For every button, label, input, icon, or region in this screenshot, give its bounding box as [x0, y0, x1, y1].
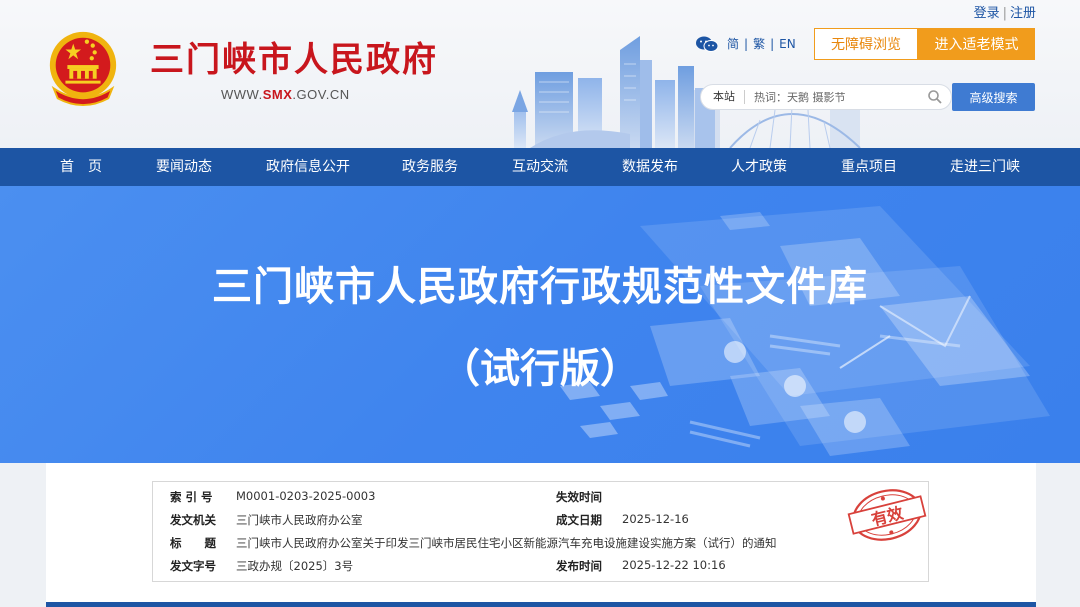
index-number-label: 索 引 号	[170, 490, 213, 504]
wechat-icon[interactable]	[696, 36, 718, 52]
main-navigation: 首 页 要闻动态 政府信息公开 政务服务 互动交流 数据发布 人才政策 重点项目…	[0, 148, 1080, 186]
issuing-authority-label: 发文机关	[170, 513, 216, 527]
lang-simplified-link[interactable]: 简	[727, 35, 739, 52]
login-register-bar: 登录 | 注册	[973, 6, 1036, 21]
hero-banner: 三门峡市人民政府行政规范性文件库 （试行版）	[0, 186, 1080, 463]
site-url: WWW.SMX.GOV.CN	[221, 87, 350, 102]
document-number-label: 发文字号	[170, 559, 216, 573]
advanced-search-button[interactable]: 高级搜索	[952, 83, 1035, 111]
nav-item-home[interactable]: 首 页	[60, 148, 102, 186]
nav-item-projects[interactable]: 重点项目	[841, 148, 897, 186]
nav-item-interaction[interactable]: 互动交流	[512, 148, 568, 186]
publish-time-label: 发布时间	[556, 559, 602, 573]
language-switcher: 简 | 繁 | EN	[696, 35, 796, 52]
nav-item-about[interactable]: 走进三门峡	[950, 148, 1020, 186]
login-link[interactable]: 登录	[974, 6, 1000, 21]
document-title-label: 标 题	[170, 536, 216, 550]
nav-item-news[interactable]: 要闻动态	[156, 148, 212, 186]
issuing-authority-value: 三门峡市人民政府办公室	[236, 513, 363, 527]
expiry-time-label: 失效时间	[556, 490, 602, 504]
search-scope-selector[interactable]: 本站	[701, 90, 745, 104]
written-date-value: 2025-12-16	[622, 512, 689, 526]
search-input[interactable]: 热词：天鹅 摄影节	[745, 89, 927, 105]
accessibility-button[interactable]: 无障碍浏览	[814, 28, 918, 60]
document-number-value: 三政办规〔2025〕3号	[236, 559, 354, 573]
index-number-value: M0001-0203-2025-0003	[236, 489, 376, 503]
nav-item-gov-info[interactable]: 政府信息公开	[266, 148, 350, 186]
lang-traditional-link[interactable]: 繁	[753, 35, 765, 52]
document-title-value: 三门峡市人民政府办公室关于印发三门峡市居民住宅小区新能源汽车充电设施建设实施方案…	[236, 536, 777, 550]
search-box[interactable]: 本站 热词：天鹅 摄影节	[700, 84, 952, 110]
valid-status-stamp: 有效	[847, 489, 927, 541]
banner-title: 三门峡市人民政府行政规范性文件库	[212, 264, 868, 310]
elder-mode-button[interactable]: 进入适老模式	[918, 28, 1035, 60]
site-header: 三门峡市人民政府 WWW.SMX.GOV.CN 登录 | 注册 简 | 繁 | EN 无…	[0, 0, 1080, 148]
lang-english-link[interactable]: EN	[779, 37, 796, 51]
national-emblem-logo	[49, 31, 117, 107]
banner-subtitle: （试行版）	[440, 346, 640, 392]
register-link[interactable]: 注册	[1010, 6, 1036, 21]
search-icon[interactable]	[927, 89, 943, 105]
nav-item-talent[interactable]: 人才政策	[731, 148, 787, 186]
nav-item-services[interactable]: 政务服务	[402, 148, 458, 186]
written-date-label: 成文日期	[556, 513, 602, 527]
publish-time-value: 2025-12-22 10:16	[622, 558, 726, 572]
site-name: 三门峡市人民政府	[150, 40, 438, 80]
banner-illustration	[560, 206, 1050, 456]
content-divider	[46, 602, 1036, 607]
nav-item-data[interactable]: 数据发布	[622, 148, 678, 186]
